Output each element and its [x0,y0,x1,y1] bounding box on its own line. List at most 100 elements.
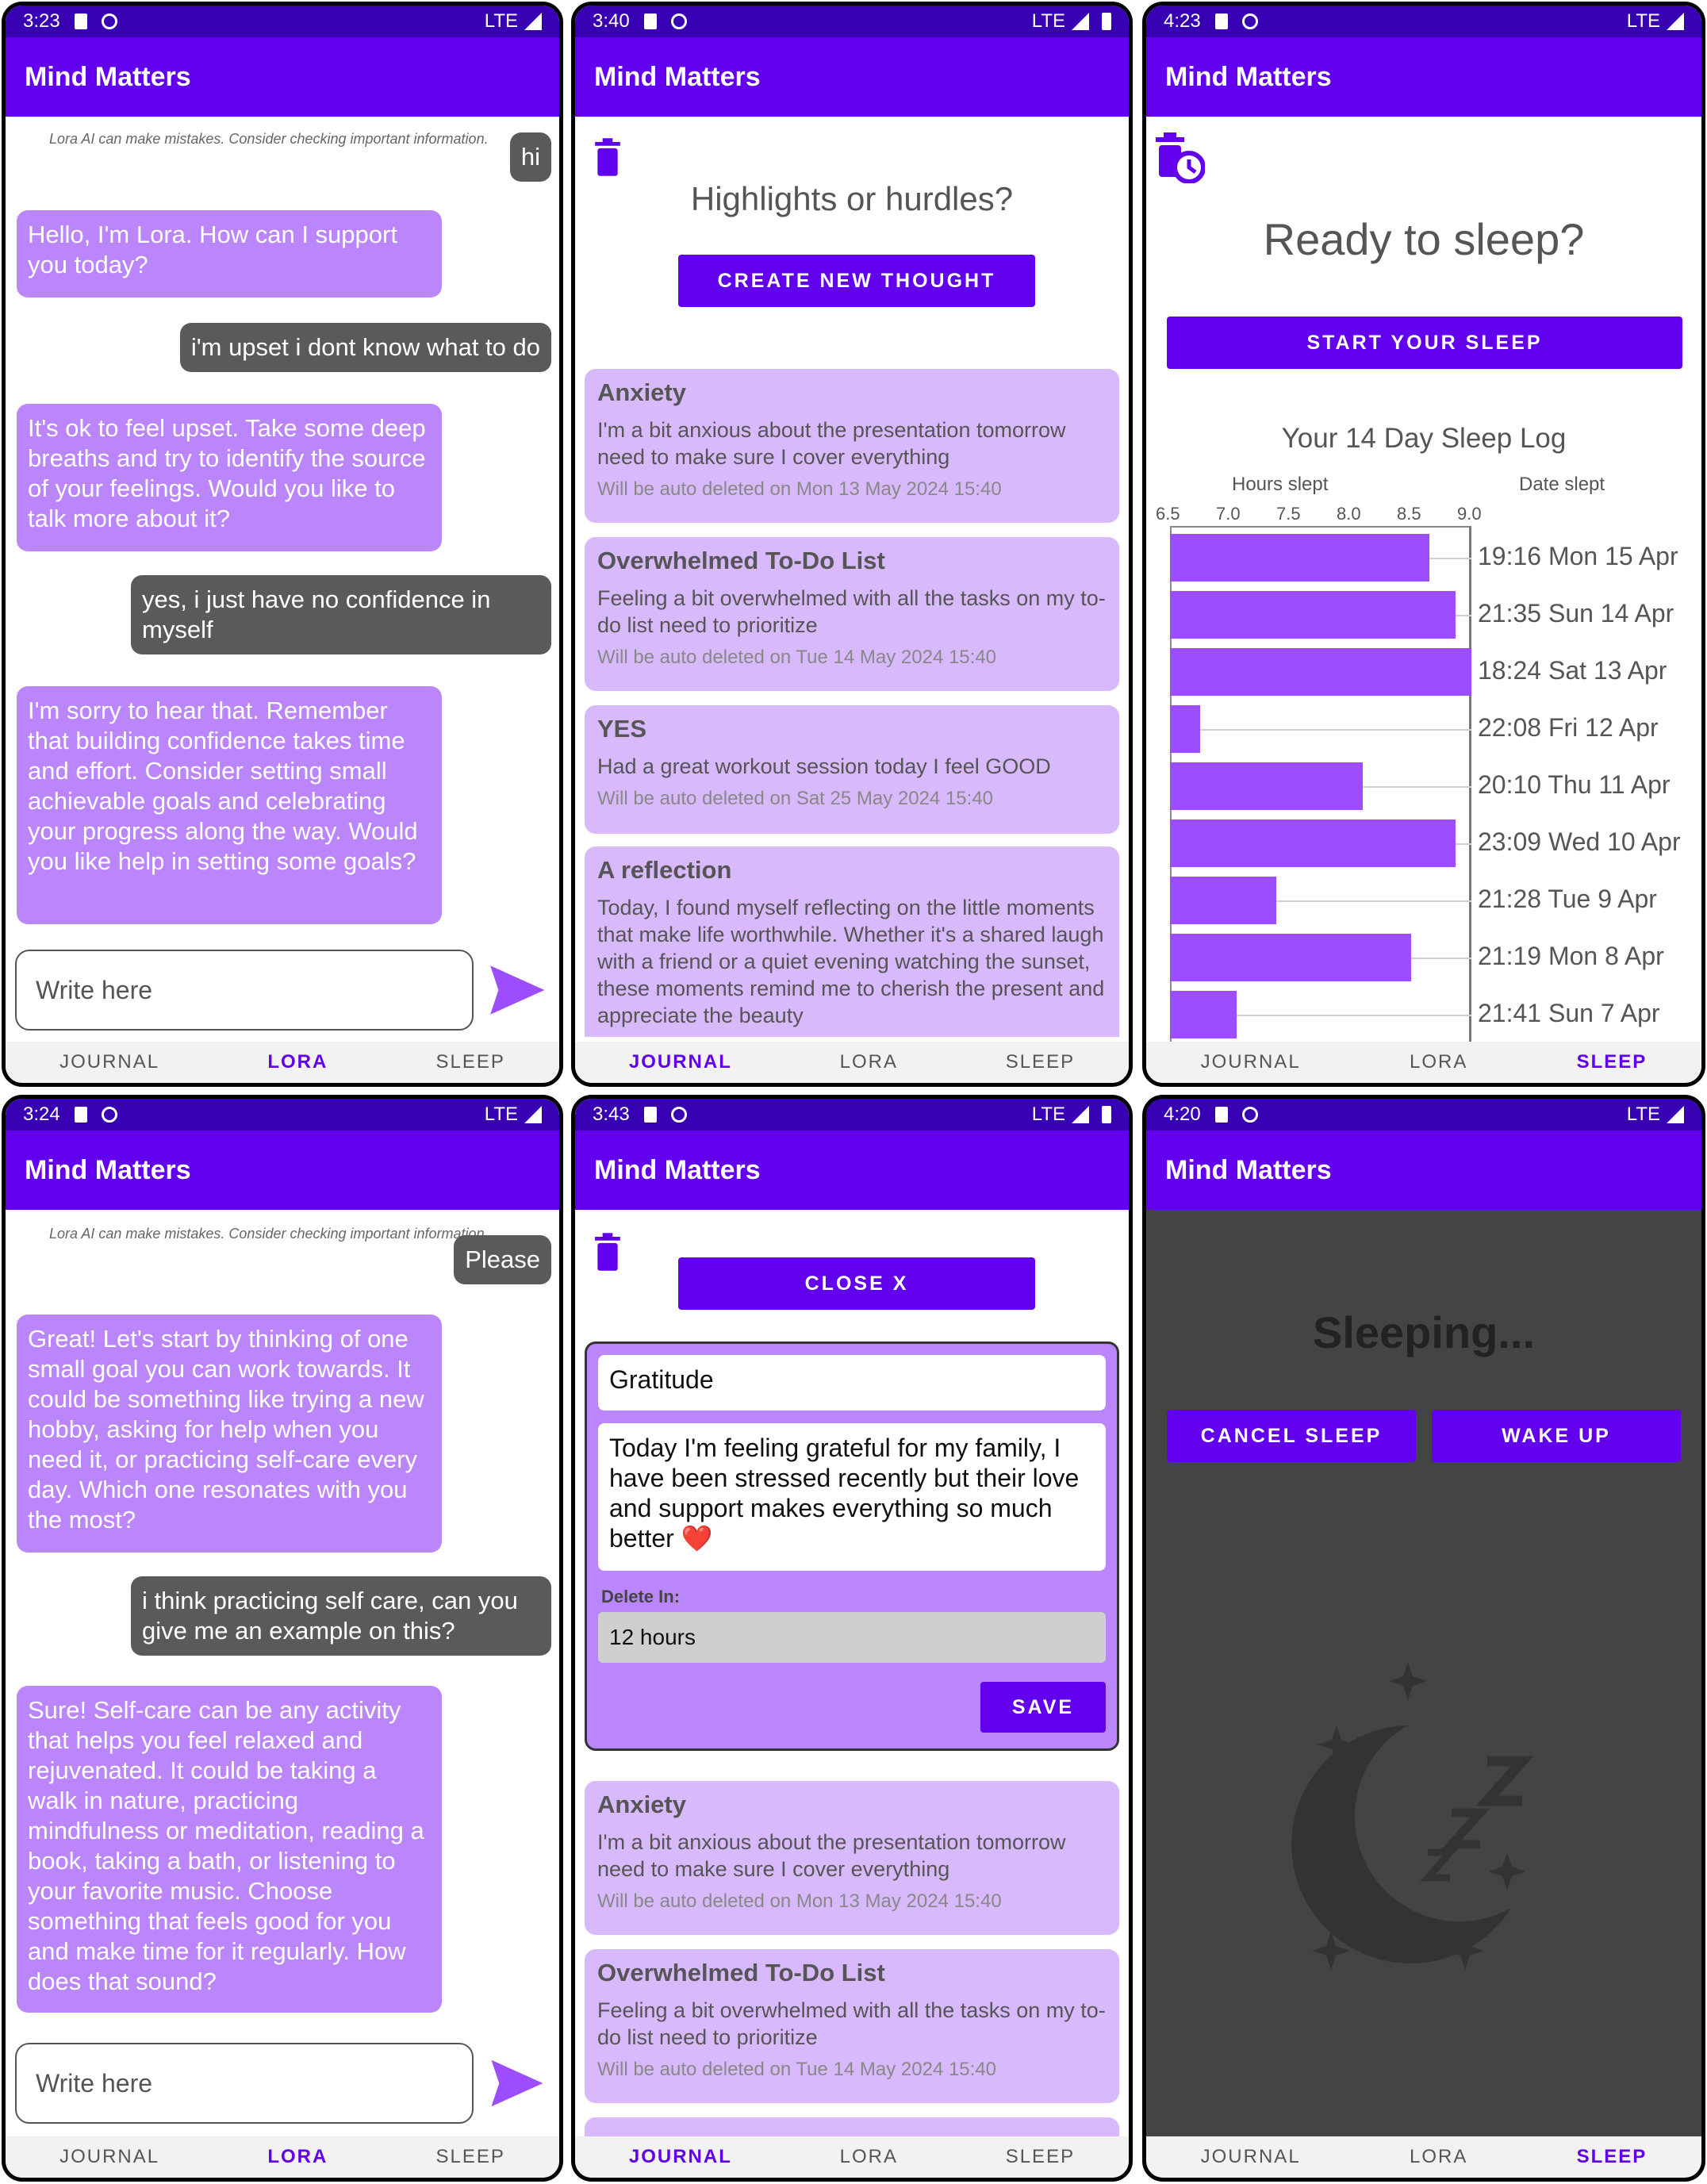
sleep-bar [1170,819,1456,867]
moon-stars-icon [1291,1662,1534,1970]
app-title: Mind Matters [1165,61,1332,92]
entry-body: I'm a bit anxious about the presentation… [597,418,1066,469]
trash-icon[interactable] [593,137,623,177]
journal-entry-card[interactable]: Overwhelmed To-Do List Feeling a bit ove… [585,537,1119,691]
sleep-bar [1170,991,1237,1038]
x-tick-label: 7.0 [1216,504,1241,524]
start-sleep-button[interactable]: START YOUR SLEEP [1167,317,1682,369]
sd-card-icon [643,1107,657,1123]
send-icon[interactable] [486,2052,548,2114]
app-title: Mind Matters [594,1154,761,1185]
message-input[interactable]: Write here [15,2043,474,2124]
journal-entry-card[interactable]: A reflection Today, I found myself refle… [585,846,1119,1037]
entry-body: Feeling a bit overwhelmed with all the t… [597,1998,1106,2049]
nav-sleep[interactable]: SLEEP [1577,2146,1648,2168]
nav-sleep[interactable]: SLEEP [1006,1051,1075,1073]
journal-entry-card[interactable]: Overwhelmed To-Do List Feeling a bit ove… [585,1949,1119,2103]
wake-up-button[interactable]: WAKE UP [1432,1410,1681,1462]
status-bar: 4:20 LTE [1146,1099,1701,1130]
journal-entry-card[interactable]: YES Had a great workout session today I … [585,705,1119,834]
x-axis-label: Hours slept [1232,474,1329,495]
nav-journal[interactable]: JOURNAL [1201,2146,1301,2168]
entry-body-field[interactable]: Today I'm feeling grateful for my family… [598,1423,1106,1571]
nav-sleep[interactable]: SLEEP [436,2146,505,2168]
delete-history-icon[interactable] [1154,132,1205,183]
send-icon[interactable] [486,959,548,1021]
user-message: hi [509,132,551,182]
close-editor-button[interactable]: CLOSE X [678,1257,1035,1310]
app-title: Mind Matters [25,1154,191,1185]
nav-journal[interactable]: JOURNAL [1201,1051,1301,1073]
trash-icon[interactable] [593,1232,623,1272]
signal-icon [524,1106,542,1123]
journal-entry-card[interactable]: Anxiety I'm a bit anxious about the pres… [585,369,1119,523]
delete-in-select[interactable]: 12 hours [598,1612,1106,1663]
app-bar: Mind Matters [575,37,1129,117]
bottom-nav: JOURNAL LORA SLEEP [1146,2136,1701,2178]
phone-sleep-1: 4:23 LTE Mind Matters Ready to sleep? ST… [1142,2,1705,1087]
nav-sleep[interactable]: SLEEP [1006,2146,1075,2168]
sync-icon [101,1107,117,1123]
sync-icon [1241,1107,1258,1123]
sleep-bar [1170,534,1429,582]
entry-body: Today, I found myself reflecting on the … [597,896,1105,1027]
sd-card-icon [643,13,657,29]
network-label: LTE [1626,1104,1660,1125]
nav-lora[interactable]: LORA [267,2146,328,2168]
user-message: i think practicing self care, can you gi… [131,1576,551,1656]
sd-card-icon [74,13,87,29]
create-thought-button[interactable]: CREATE NEW THOUGHT [678,255,1035,307]
entry-title: A reflection [597,856,732,884]
user-message: yes, i just have no confidence in myself [131,575,551,654]
entry-title: YES [597,715,647,743]
app-title: Mind Matters [1165,1154,1332,1185]
nav-journal[interactable]: JOURNAL [59,2146,159,2168]
sd-card-icon [1214,1107,1228,1123]
status-time: 3:43 [593,1104,630,1125]
entry-title: Overwhelmed To-Do List [597,1959,885,1986]
status-time: 3:24 [23,1104,60,1125]
nav-journal[interactable]: JOURNAL [629,2146,732,2168]
nav-lora[interactable]: LORA [1410,2146,1467,2168]
message-input[interactable]: Write here [15,950,474,1031]
x-tick-label: 8.5 [1397,504,1421,524]
date-label: 23:09 Wed 10 Apr [1478,827,1681,856]
date-label: 21:19 Mon 8 Apr [1478,942,1664,970]
journal-entry-card[interactable]: Anxiety I'm a bit anxious about the pres… [585,1781,1119,1935]
phone-chat-2: 3:24 LTE Mind Matters Lora AI can make m… [2,1095,563,2182]
sync-icon [101,13,117,29]
app-bar: Mind Matters [6,1130,559,1210]
nav-journal[interactable]: JOURNAL [629,1051,732,1073]
phone-journal-2: 3:43 LTE Mind Matters CLOSE X Gratitude … [571,1095,1133,2182]
cancel-sleep-button[interactable]: CANCEL SLEEP [1167,1410,1416,1462]
status-bar: 3:43 LTE [575,1099,1129,1130]
bot-message: Hello, I'm Lora. How can I support you t… [17,210,442,297]
date-label: 22:08 Fri 12 Apr [1478,713,1659,742]
sync-icon [670,1107,687,1123]
bottom-nav: JOURNAL LORA SLEEP [575,1042,1129,1083]
network-label: LTE [1626,10,1660,32]
app-title: Mind Matters [594,61,761,92]
save-button[interactable]: SAVE [980,1682,1106,1733]
sleep-bar [1170,762,1364,810]
nav-sleep[interactable]: SLEEP [436,1051,505,1073]
phone-chat-1: 3:23 LTE Mind Matters Lora AI can make m… [2,2,563,1087]
status-bar: 4:23 LTE [1146,6,1701,37]
entry-title-field[interactable]: Gratitude [598,1355,1106,1411]
sleeping-title: Sleeping... [1312,1307,1536,1357]
nav-journal[interactable]: JOURNAL [59,1051,159,1073]
battery-icon [1102,13,1111,30]
app-bar: Mind Matters [6,37,559,117]
nav-lora[interactable]: LORA [267,1051,328,1073]
signal-icon [524,13,542,30]
date-label: 21:35 Sun 14 Apr [1478,599,1674,628]
ai-disclaimer: Lora AI can make mistakes. Consider chec… [49,131,489,147]
entry-delete-date: Will be auto deleted on Tue 14 May 2024 … [597,647,997,668]
sleep-bar [1170,591,1456,639]
y-axis-label: Date slept [1519,474,1605,495]
nav-lora[interactable]: LORA [840,2146,898,2168]
x-tick-label: 7.5 [1276,504,1301,524]
nav-lora[interactable]: LORA [1410,1051,1467,1073]
nav-lora[interactable]: LORA [840,1051,898,1073]
nav-sleep[interactable]: SLEEP [1577,1051,1648,1073]
